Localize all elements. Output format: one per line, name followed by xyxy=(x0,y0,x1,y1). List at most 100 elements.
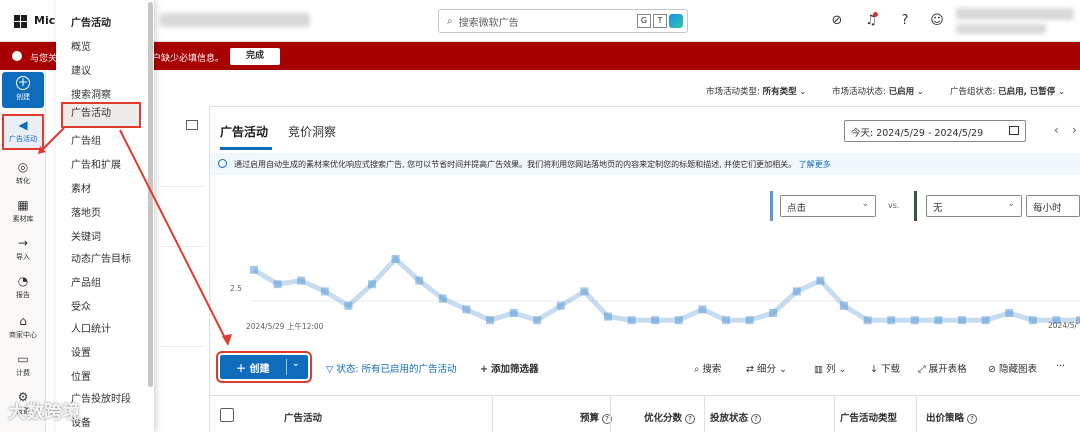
flyout-item[interactable]: 设置 xyxy=(71,344,91,359)
col-header-delivery[interactable]: 投放状态? xyxy=(710,410,762,424)
campaign-type-filter[interactable]: 市场活动类型: 所有类型 ⌄ xyxy=(706,85,806,97)
learn-more-link[interactable]: 了解更多 xyxy=(799,160,831,169)
flyout-item[interactable]: 广告组 xyxy=(71,132,101,147)
data-point xyxy=(415,276,424,285)
col-header-opt-score[interactable]: 优化分数? xyxy=(644,410,696,424)
tab-campaigns[interactable]: 广告活动 xyxy=(220,123,268,140)
col-header-label: 预算 xyxy=(580,413,600,424)
collapse-panel-icon[interactable] xyxy=(186,120,198,130)
tab-auction-insights[interactable]: 竞价洞察 xyxy=(288,123,336,140)
rail-campaigns-button[interactable]: ◀ 广告活动 xyxy=(2,114,44,150)
flyout-item[interactable]: 位置 xyxy=(71,368,91,383)
google-import-icon[interactable]: G xyxy=(637,14,651,28)
data-point xyxy=(297,276,306,285)
rail-label: 创建 xyxy=(16,93,30,101)
col-header-label: 投放状态 xyxy=(710,413,749,424)
columns-label: 列 xyxy=(825,364,836,375)
flyout-item[interactable]: 受众 xyxy=(71,298,91,313)
flyout-item[interactable]: 素材 xyxy=(71,180,91,195)
help-icon[interactable]: ? xyxy=(896,12,914,30)
rail-library-button[interactable]: ▦ 素材库 xyxy=(2,194,44,230)
col-header-campaign-type[interactable]: 广告活动类型 xyxy=(840,410,897,424)
metric-2-select[interactable]: 无 ⌄ xyxy=(926,195,1022,217)
rail-create-button[interactable]: + 创建 xyxy=(2,72,44,108)
toolbar-search-button[interactable]: ⌕ 搜索 xyxy=(694,361,721,375)
billing-icon: ▭ xyxy=(17,352,29,366)
flyout-item[interactable]: 搜索洞察 xyxy=(71,86,111,101)
prev-period-icon[interactable]: ‹ xyxy=(1054,123,1059,137)
flyout-item[interactable]: 建议 xyxy=(71,62,91,77)
notification-bell-icon[interactable]: ♫ xyxy=(862,12,880,30)
campaigns-flyout-menu: 广告活动 概览 建议 搜索洞察 广告活动 广告组 广告和扩展 素材 落地页 关键词 动态广告目标产… xyxy=(56,0,154,432)
data-point xyxy=(934,316,943,325)
granularity-select[interactable]: 每小时 xyxy=(1026,195,1080,217)
col-header-budget[interactable]: 预算? xyxy=(580,410,613,424)
next-period-icon[interactable]: › xyxy=(1072,123,1077,137)
flyout-item[interactable]: 动态广告目标 xyxy=(71,250,131,265)
flyout-item[interactable]: 关键词 xyxy=(71,228,101,243)
rail-merchant-button[interactable]: ⌂ 商家中心 xyxy=(2,310,44,346)
info-text: 通过启用自动生成的素材来优化响应式搜索广告, 您可以节省时间并提高广告效果。我们… xyxy=(234,160,797,169)
divider xyxy=(834,396,835,432)
create-button[interactable]: ＋ 创建 ⌄ xyxy=(216,351,312,383)
more-options-button[interactable]: ··· xyxy=(1056,361,1065,372)
search-box[interactable]: ⌕ 搜索微软广告 G T xyxy=(438,9,688,33)
data-point xyxy=(1005,309,1014,317)
status-filter-button[interactable]: ▽ 状态: 所有已启用的广告活动 xyxy=(326,361,457,375)
translate-icon[interactable]: T xyxy=(653,14,667,28)
expand-table-button[interactable]: ⤢ 展开表格 xyxy=(918,361,967,375)
data-point xyxy=(910,316,919,325)
help-icon[interactable]: ? xyxy=(685,414,696,424)
segment-button[interactable]: ⇄ 细分 ⌄ xyxy=(746,361,787,375)
metric-1-value: 点击 xyxy=(787,203,807,214)
columns-button[interactable]: ▥ 列 ⌄ xyxy=(814,361,846,375)
select-all-checkbox[interactable] xyxy=(220,408,234,422)
expand-label: 展开表格 xyxy=(928,364,967,375)
microsoft-logo-icon[interactable] xyxy=(14,15,27,28)
copilot-toggle-icon[interactable]: ⊘ xyxy=(828,12,846,30)
flyout-item[interactable]: 广告活动 xyxy=(61,102,141,128)
rail-conversions-button[interactable]: ◎ 转化 xyxy=(2,156,44,192)
user-icon[interactable]: ☺ xyxy=(928,12,946,30)
date-range-picker[interactable]: 今天: 2024/5/29 - 2024/5/29 xyxy=(844,120,1026,142)
campaign-status-filter[interactable]: 市场活动状态: 已启用 ⌄ xyxy=(832,85,924,97)
data-point xyxy=(344,301,353,310)
hide-chart-button[interactable]: ⊘ 隐藏图表 xyxy=(988,361,1037,375)
rail-reports-button[interactable]: ◔ 报告 xyxy=(2,270,44,306)
chevron-down-icon: ⌄ xyxy=(1007,199,1015,209)
rail-billing-button[interactable]: ▭ 计费 xyxy=(2,348,44,384)
help-icon[interactable]: ? xyxy=(751,414,762,424)
create-button-label: ＋ 创建 xyxy=(236,364,270,375)
scrollbar[interactable] xyxy=(148,2,153,387)
flyout-item[interactable]: 人口统计 xyxy=(71,320,111,335)
search-input[interactable]: 搜索微软广告 xyxy=(459,14,519,29)
data-point xyxy=(486,316,494,325)
data-point xyxy=(674,316,683,325)
flyout-item[interactable]: 概览 xyxy=(71,38,91,53)
col-header-campaign[interactable]: 广告活动 xyxy=(284,410,322,424)
flyout-item[interactable]: 落地页 xyxy=(71,204,101,219)
megaphone-icon: ◀ xyxy=(18,118,28,132)
chevron-down-icon[interactable]: ⌄ xyxy=(292,359,300,369)
flyout-item[interactable]: 广告和扩展 xyxy=(71,156,121,171)
data-point xyxy=(509,309,518,317)
rail-label: 计费 xyxy=(16,369,30,377)
col-header-label: 优化分数 xyxy=(644,413,683,424)
adgroup-status-filter[interactable]: 广告组状态: 已启用, 已暂停 ⌄ xyxy=(950,85,1065,97)
add-filter-button[interactable]: + 添加筛选器 xyxy=(480,361,538,375)
data-point xyxy=(816,276,825,285)
watermark: 大数跨境 xyxy=(8,402,80,423)
flyout-item[interactable]: 广告投放时段 xyxy=(71,390,131,405)
banner-done-button[interactable]: 完成 xyxy=(230,48,280,65)
rail-import-button[interactable]: → 导入 xyxy=(2,232,44,268)
metric-1-select[interactable]: 点击 ⌄ xyxy=(780,195,876,217)
flyout-item[interactable]: 产品组 xyxy=(71,274,101,289)
segment-label: 细分 xyxy=(756,364,776,375)
help-icon[interactable]: ? xyxy=(967,414,978,424)
copilot-icon[interactable] xyxy=(669,14,683,28)
divider xyxy=(916,396,917,432)
data-point xyxy=(533,316,542,325)
download-button[interactable]: ↓ 下载 xyxy=(870,361,900,375)
data-point xyxy=(556,301,565,310)
col-header-bid-strategy[interactable]: 出价策略? xyxy=(926,410,978,424)
